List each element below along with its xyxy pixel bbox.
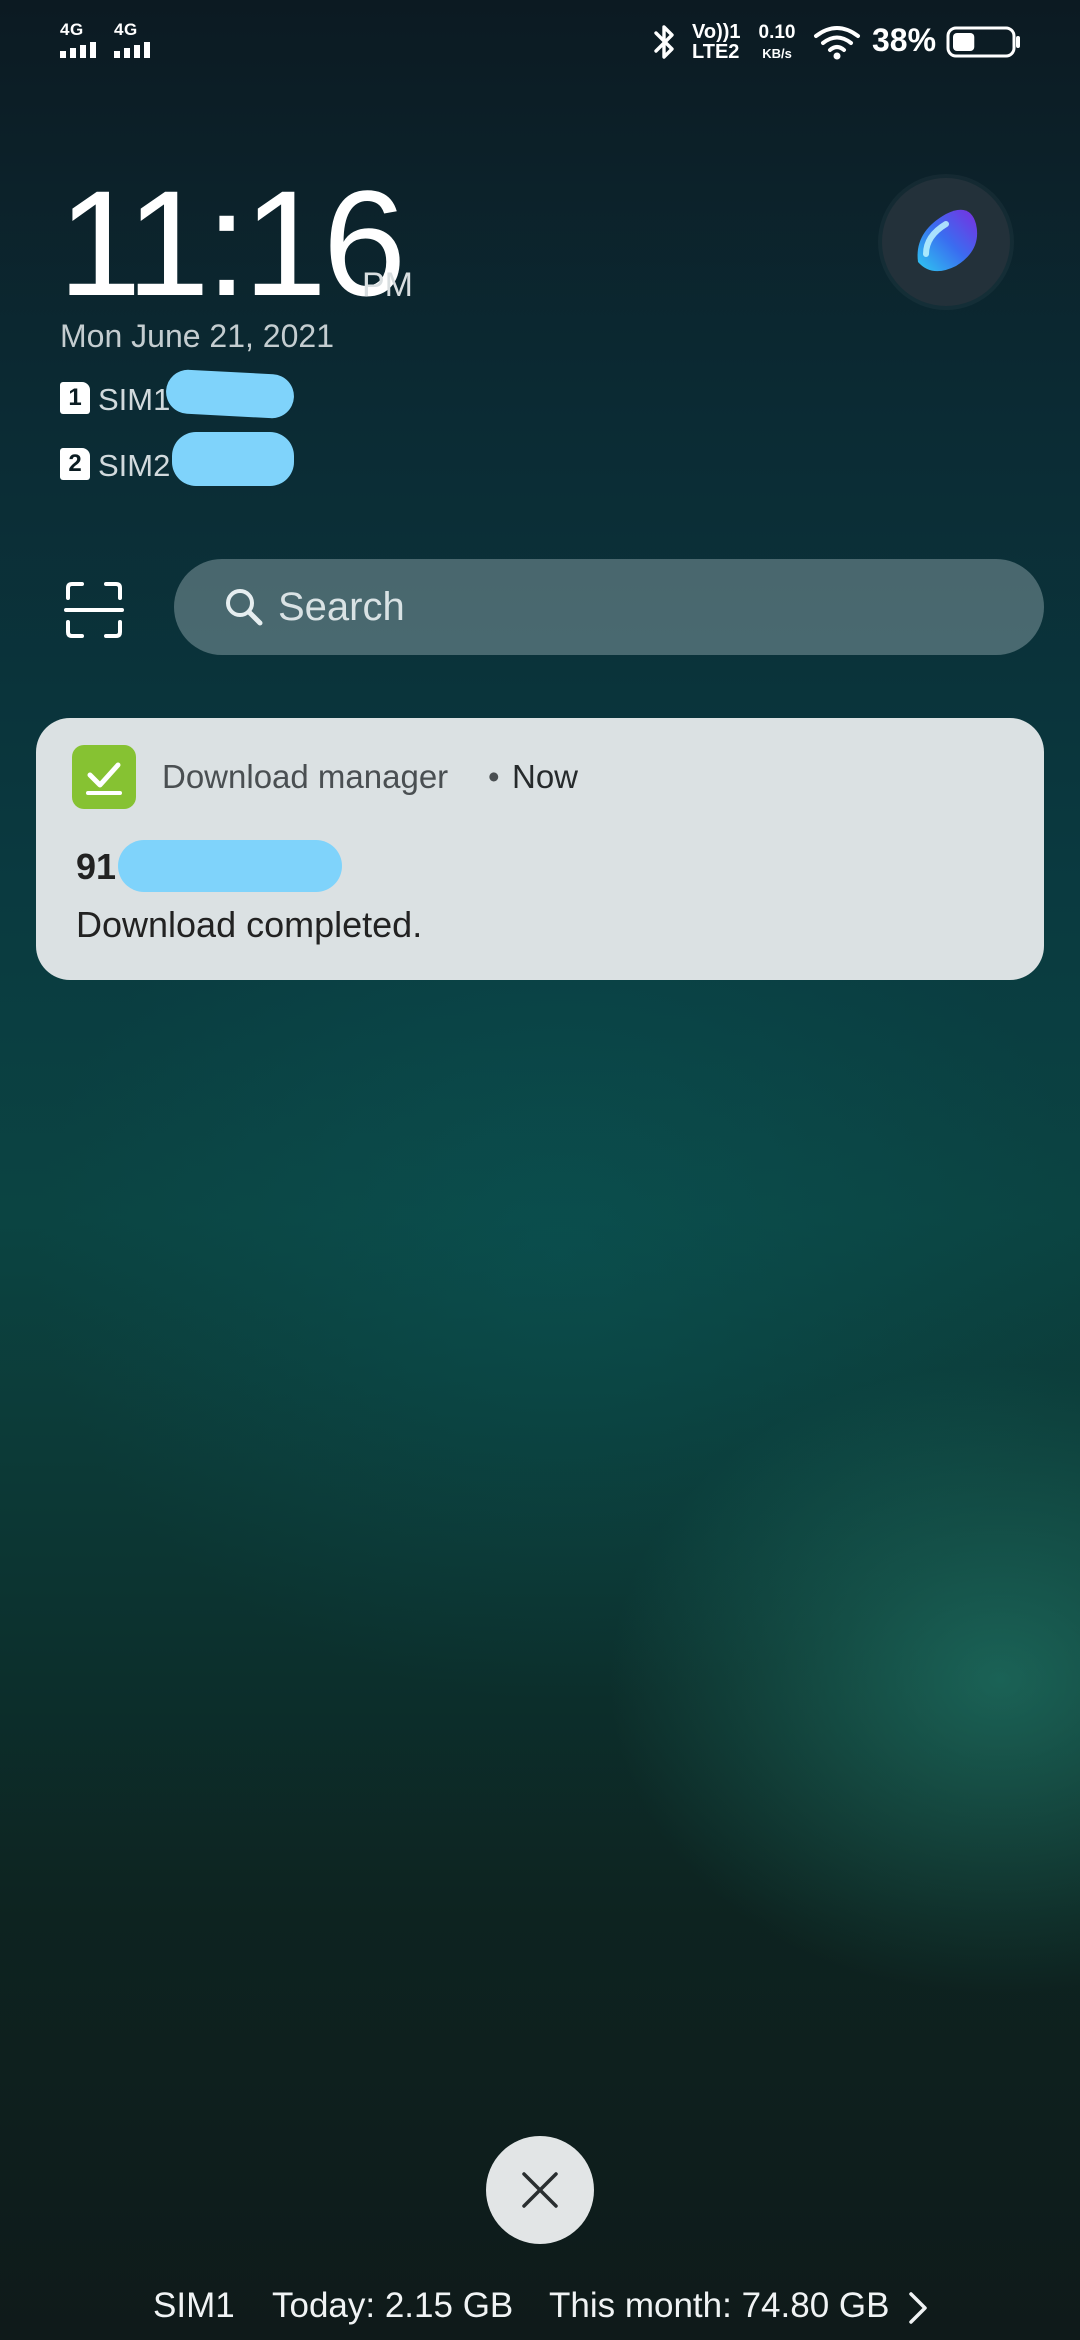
notification-body: Download completed. <box>76 904 423 945</box>
close-icon <box>522 2172 558 2208</box>
sim1-number-icon: 1 <box>60 382 90 414</box>
sim1-network-type: 4G <box>60 20 84 39</box>
lock-date: Mon June 21, 2021 <box>60 318 334 354</box>
sim1-label: SIM1 <box>98 382 171 417</box>
search-placeholder: Search <box>278 585 405 629</box>
sim1-signal-icon: 4G <box>60 20 108 60</box>
network-speed: 0.10 KB/s <box>758 22 796 61</box>
redaction-mark <box>118 840 342 892</box>
sim2-signal-icon: 4G <box>114 20 162 60</box>
redaction-mark <box>164 368 296 420</box>
sim2-network-type: 4G <box>114 20 138 39</box>
data-usage-bar[interactable]: SIM1 Today: 2.15 GB This month: 74.80 GB <box>0 2276 1080 2332</box>
data-usage-month: This month: 74.80 GB <box>549 2286 890 2325</box>
clear-notifications-button[interactable] <box>486 2136 594 2244</box>
chevron-right-icon <box>909 2292 927 2324</box>
sim2-label: SIM2 <box>98 448 171 483</box>
data-usage-sim: SIM1 <box>153 2286 235 2325</box>
status-bar: 4G 4G Vo))1 LTE2 0.10 KB/s 38% <box>0 0 1080 84</box>
volte-indicator: Vo))1 LTE2 <box>692 21 741 63</box>
battery-icon <box>946 26 1020 58</box>
scan-icon[interactable] <box>64 580 124 640</box>
notification-time: Now <box>512 758 579 795</box>
battery-percent: 38% <box>872 22 937 58</box>
bluetooth-icon <box>654 25 674 59</box>
redaction-mark <box>172 432 294 486</box>
wifi-icon <box>814 26 860 60</box>
search-input[interactable]: Search <box>174 559 1044 655</box>
download-notification[interactable]: Download manager • Now 91 Download compl… <box>36 718 1044 980</box>
notification-title: 91 <box>76 846 117 887</box>
lock-clock-time: 11:16 <box>58 159 406 327</box>
voice-assistant-button[interactable] <box>882 178 1010 306</box>
lock-clock-ampm: PM <box>362 266 413 304</box>
assistant-orb-icon <box>917 209 978 272</box>
notification-app-name: Download manager <box>162 758 449 795</box>
data-usage-today: Today: 2.15 GB <box>272 2286 514 2325</box>
sim2-number-icon: 2 <box>60 448 90 480</box>
download-manager-icon <box>72 745 136 809</box>
notification-separator: • <box>488 758 500 795</box>
search-icon <box>226 589 263 626</box>
